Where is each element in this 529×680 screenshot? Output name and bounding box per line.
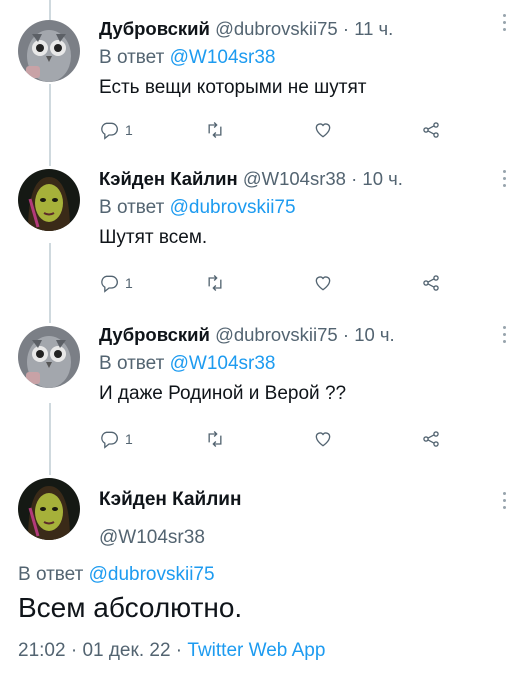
tweet-meta: 21:02 · 01 дек. 22 · Twitter Web App [18,640,325,662]
tweet-header: Дубровский @dubrovskii75 · 10 ч. [99,322,509,348]
thread-line [49,84,51,166]
tweet-text: И даже Родиной и Верой ?? [99,383,347,404]
tweet-actions: 1 [99,119,459,141]
like-icon [315,123,331,138]
more-icon[interactable] [503,492,507,512]
reply-button[interactable]: 1 [99,272,133,294]
more-icon[interactable] [503,170,507,190]
avatar[interactable] [18,20,80,82]
reply-icon [101,275,118,293]
author-name[interactable]: Дубровский [99,324,210,345]
more-icon[interactable] [503,14,507,34]
author-handle[interactable]: @dubrovskii75 [215,324,338,345]
like-icon [315,432,331,447]
author-handle[interactable]: @W104sr38 [243,168,346,189]
reply-context: В ответ @W104sr38 [99,45,509,71]
author-name[interactable]: Кэйден Кайлин [99,487,241,513]
reply-to-link[interactable]: @dubrovskii75 [89,564,215,585]
share-button[interactable] [421,119,441,141]
like-button[interactable] [313,428,333,450]
reply-context: В ответ @W104sr38 [99,351,509,377]
share-button[interactable] [421,272,441,294]
separator: · [342,18,350,39]
retweet-button[interactable] [205,272,225,294]
separator: · [342,324,350,345]
retweet-icon [208,122,222,138]
tweet-time[interactable]: 11 ч. [354,18,393,39]
reply-prefix: В ответ [99,197,165,218]
reply-icon [101,122,118,140]
reply-context: В ответ @dubrovskii75 [18,564,215,586]
thread-line [49,243,51,323]
separator: · [351,168,358,189]
reply-prefix: В ответ [18,564,84,585]
share-icon [423,275,439,291]
share-icon [423,122,439,138]
like-icon [315,276,331,291]
reply-context: В ответ @dubrovskii75 [99,195,509,221]
separator: · [70,640,78,661]
reply-prefix: В ответ [99,353,165,374]
tweet-text: Есть вещи которыми не шутят [99,77,367,98]
reply-icon [101,431,118,449]
author-name[interactable]: Кэйден Кайлин [99,168,238,189]
reply-to-link[interactable]: @W104sr38 [170,47,276,68]
share-icon [423,431,439,447]
main-tweet-header: Кэйден Кайлин @W104sr38 [99,487,241,551]
retweet-button[interactable] [205,428,225,450]
avatar[interactable] [18,326,80,388]
reply-prefix: В ответ [99,47,165,68]
reply-to-link[interactable]: @dubrovskii75 [170,197,296,218]
retweet-button[interactable] [205,119,225,141]
tweet-time[interactable]: 21:02 [18,640,66,661]
tweet-time[interactable]: 10 ч. [362,168,403,189]
reply-button[interactable]: 1 [99,428,133,450]
tweet-text: Шутят всем. [99,227,208,248]
avatar[interactable] [18,169,80,231]
retweet-icon [208,431,222,447]
like-button[interactable] [313,119,333,141]
separator: · [175,640,183,661]
tweet-date[interactable]: 01 дек. 22 [82,640,170,661]
thread-line [49,0,51,20]
tweet-source[interactable]: Twitter Web App [187,640,325,661]
tweet-header: Дубровский @dubrovskii75 · 11 ч. [99,16,509,42]
reply-button[interactable]: 1 [99,119,133,141]
tweet-actions: 1 [99,428,459,450]
tweet-header: Кэйден Кайлин @W104sr38 · 10 ч. [99,166,509,192]
avatar[interactable] [18,478,80,540]
tweet-time[interactable]: 10 ч. [354,324,395,345]
reply-count: 1 [125,122,133,138]
reply-to-link[interactable]: @W104sr38 [170,353,276,374]
share-button[interactable] [421,428,441,450]
main-tweet-text: Всем абсолютно. [18,592,243,623]
author-handle[interactable]: @dubrovskii75 [215,18,338,39]
reply-count: 1 [125,275,133,291]
more-icon[interactable] [503,326,507,346]
like-button[interactable] [313,272,333,294]
author-handle[interactable]: @W104sr38 [99,525,241,551]
reply-count: 1 [125,431,133,447]
thread-line [49,403,51,475]
author-name[interactable]: Дубровский [99,18,210,39]
retweet-icon [208,275,222,291]
tweet-actions: 1 [99,272,459,294]
